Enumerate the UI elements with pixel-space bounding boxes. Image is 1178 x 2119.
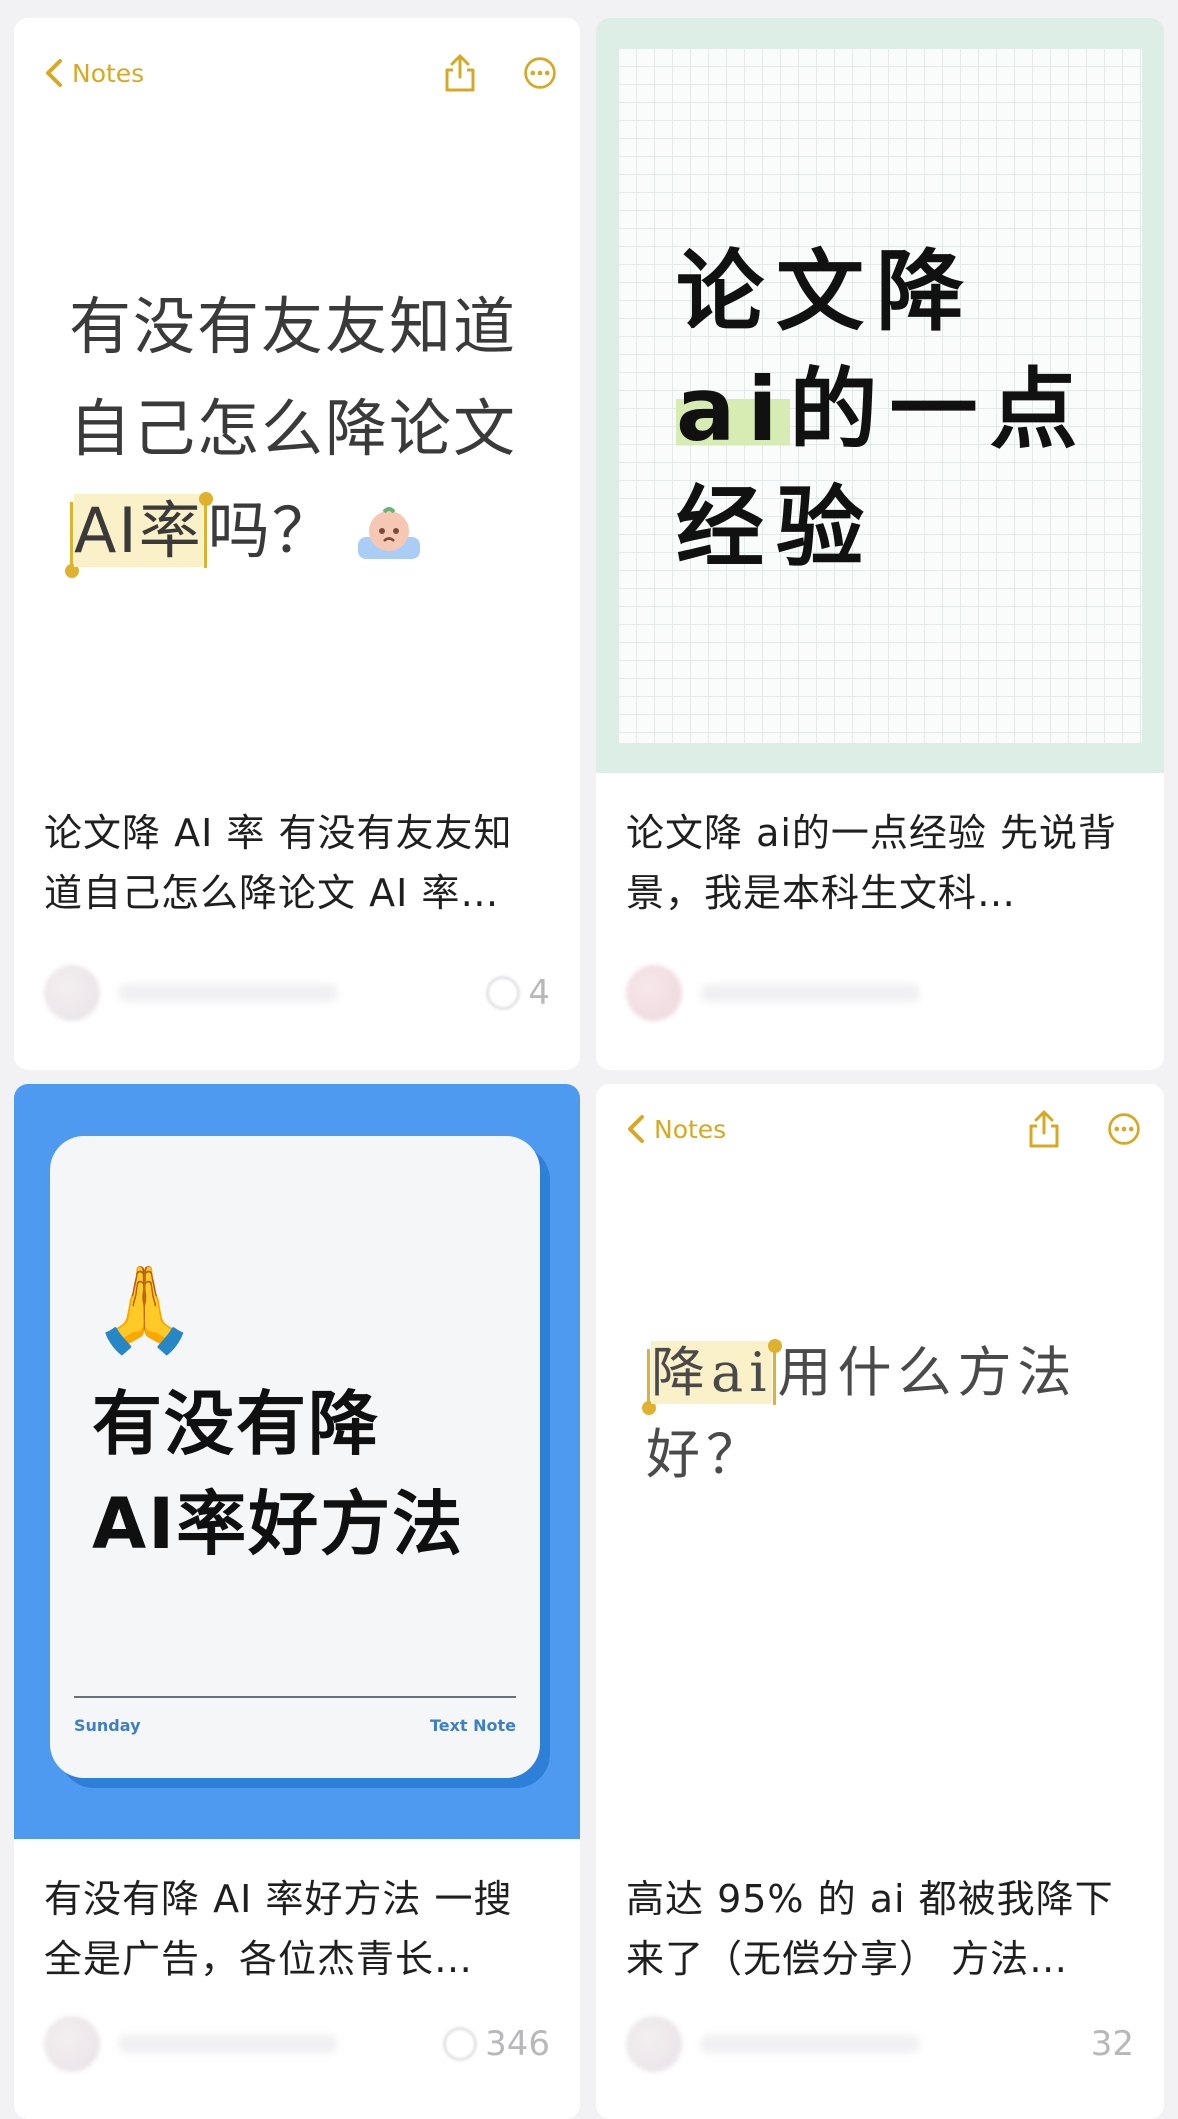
notes-back-button: Notes [626, 1114, 726, 1144]
card-thumbnail: Notes 降ai用什么方法 好？ [596, 1084, 1164, 1839]
like-count[interactable]: 4 [486, 973, 550, 1013]
selection-handle [65, 501, 79, 578]
thumbnail-headline: 降ai用什么方法 好？ [642, 1332, 1116, 1496]
card-thumbnail: Notes 有没有友友知道 自己怎么降论文 AI率吗？ [14, 18, 580, 773]
heart-icon [443, 2027, 478, 2061]
like-count[interactable]: 346 [443, 2024, 550, 2064]
notes-back-label: Notes [654, 1114, 727, 1144]
more-options-icon [524, 57, 556, 89]
thumbnail-headline: 论文降 ai的一点 经验 [676, 233, 1090, 587]
headline-line: 有没有友友知道 [69, 290, 518, 363]
phone-mockup: 🙏 有没有降 AI率好方法 Sunday Text Note [50, 1136, 540, 1778]
notes-back-label: Notes [72, 58, 145, 88]
thumbnail-headline: 有没有降 AI率好方法 [92, 1383, 465, 1565]
avatar[interactable] [626, 2016, 682, 2072]
share-icon [1029, 1110, 1059, 1148]
chevron-left-icon [628, 1115, 644, 1143]
headline-line: 好？ [646, 1423, 766, 1486]
phone-footer-left: Sunday [74, 1716, 141, 1735]
author-name [118, 2035, 338, 2053]
folded-hands-emoji-icon: 🙏 [92, 1260, 197, 1358]
card-meta: 346 [44, 2009, 550, 2079]
highlighted-text: ai [676, 358, 790, 461]
card-caption: 有没有降 AI 率好方法 一搜全是广告，各位杰青长… [44, 1877, 513, 1981]
highlighted-text: 降ai [651, 1341, 773, 1404]
author-name [118, 984, 338, 1002]
avatar[interactable] [44, 2016, 100, 2072]
selection-handle [768, 1339, 783, 1405]
card-thumbnail: 论文降 ai的一点 经验 [596, 18, 1164, 773]
card-meta: 32 [626, 2009, 1134, 2079]
headline-line: 论文降 [676, 240, 977, 343]
crying-face-emoji-icon [357, 506, 420, 559]
card-caption: 论文降 ai的一点经验 先说背景，我是本科生文科… [626, 811, 1118, 915]
card-thumbnail: 🙏 有没有降 AI率好方法 Sunday Text Note [14, 1084, 580, 1839]
highlighted-text: AI率 [74, 494, 203, 567]
notes-back-button: Notes [44, 58, 144, 88]
card-meta: 4 [44, 958, 550, 1028]
avatar[interactable] [626, 965, 682, 1021]
more-options-icon [1108, 1113, 1140, 1145]
divider [74, 1696, 516, 1698]
selection-handle [642, 1349, 656, 1415]
note-card-4[interactable]: Notes 降ai用什么方法 好？ 高达 95% 的 ai 都被我降下来了（无偿… [596, 1084, 1164, 2119]
selection-handle [198, 491, 213, 568]
card-meta [626, 958, 1134, 1028]
like-count[interactable]: 32 [1091, 2024, 1134, 2064]
headline-line: 自己怎么降论文 [69, 392, 518, 465]
author-name [700, 2035, 920, 2053]
avatar[interactable] [44, 965, 100, 1021]
notes-toolbar: Notes [596, 1084, 1164, 1174]
card-caption: 高达 95% 的 ai 都被我降下来了（无偿分享） 方法… [626, 1877, 1114, 1981]
share-icon [445, 54, 475, 92]
note-card-2[interactable]: 论文降 ai的一点 经验 论文降 ai的一点经验 先说背景，我是本科生文科… [596, 18, 1164, 1070]
headline-line: 降ai用什么方法 [642, 1332, 1116, 1415]
headline-line: AI率吗？ [65, 480, 569, 582]
chevron-left-icon [46, 59, 62, 87]
card-caption: 论文降 AI 率 有没有友友知道自己怎么降论文 AI 率… [44, 811, 513, 915]
notes-toolbar: Notes [14, 18, 580, 128]
thumbnail-headline: 有没有友友知道 自己怎么降论文 AI率吗？ [65, 276, 569, 582]
phone-footer-right: Text Note [429, 1716, 516, 1735]
note-card-1[interactable]: Notes 有没有友友知道 自己怎么降论文 AI率吗？ 论文降 AI 率 有没有… [14, 18, 580, 1070]
heart-icon [486, 976, 521, 1010]
note-card-3[interactable]: 🙏 有没有降 AI率好方法 Sunday Text Note 有没有降 AI 率… [14, 1084, 580, 2119]
author-name [700, 984, 920, 1002]
headline-line: ai的一点 [676, 358, 1090, 461]
headline-line: 经验 [676, 476, 877, 579]
